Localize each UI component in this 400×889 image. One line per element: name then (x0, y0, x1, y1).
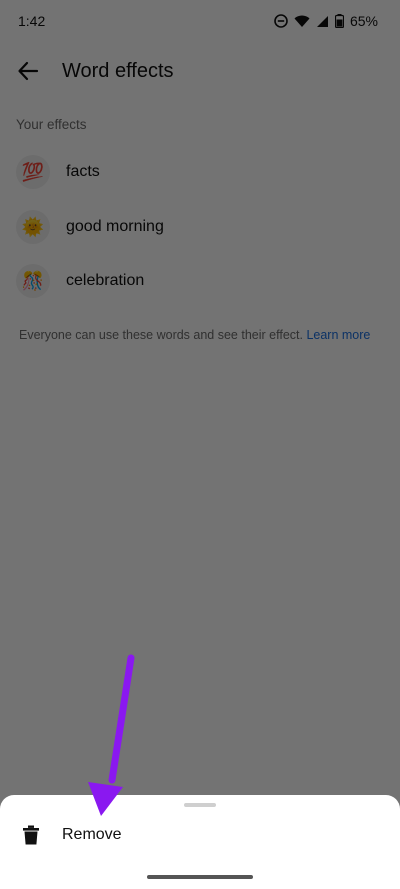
arrow-left-icon (18, 61, 39, 81)
app-bar: Word effects (0, 48, 400, 94)
hundred-points-emoji-icon: 💯 (16, 155, 50, 189)
confetti-emoji-icon: 🎊 (16, 264, 50, 298)
sheet-drag-handle[interactable] (184, 803, 216, 807)
do-not-disturb-icon (274, 14, 288, 28)
bottom-sheet: Remove (0, 795, 400, 889)
trash-icon (23, 825, 39, 845)
gesture-nav-pill[interactable] (147, 875, 253, 879)
effect-label: facts (66, 163, 100, 180)
status-time: 1:42 (18, 13, 46, 29)
signal-icon (316, 15, 329, 28)
battery-icon (334, 14, 344, 28)
footnote-text: Everyone can use these words and see the… (19, 328, 303, 342)
page-title: Word effects (62, 59, 174, 82)
battery-percentage: 65% (349, 13, 378, 29)
effect-row-celebration[interactable]: 🎊 celebration (0, 254, 400, 308)
sun-emoji-icon: 🌞 (16, 210, 50, 244)
status-icons: 65% (274, 13, 378, 29)
remove-label: Remove (62, 826, 122, 843)
effect-row-good-morning[interactable]: 🌞 good morning (0, 200, 400, 254)
status-bar: 1:42 65% (0, 0, 400, 42)
effect-label: celebration (66, 272, 145, 289)
learn-more-link[interactable]: Learn more (306, 328, 370, 342)
section-label: Your effects (16, 117, 87, 132)
word-effects-screen: 1:42 65% Word effects Your effects 💯 fac… (0, 0, 400, 889)
effect-label: good morning (66, 218, 164, 235)
wifi-icon (294, 15, 310, 28)
back-button[interactable] (0, 48, 56, 94)
remove-button[interactable]: Remove (0, 817, 400, 853)
footnote: Everyone can use these words and see the… (19, 328, 370, 342)
effect-row-facts[interactable]: 💯 facts (0, 145, 400, 199)
